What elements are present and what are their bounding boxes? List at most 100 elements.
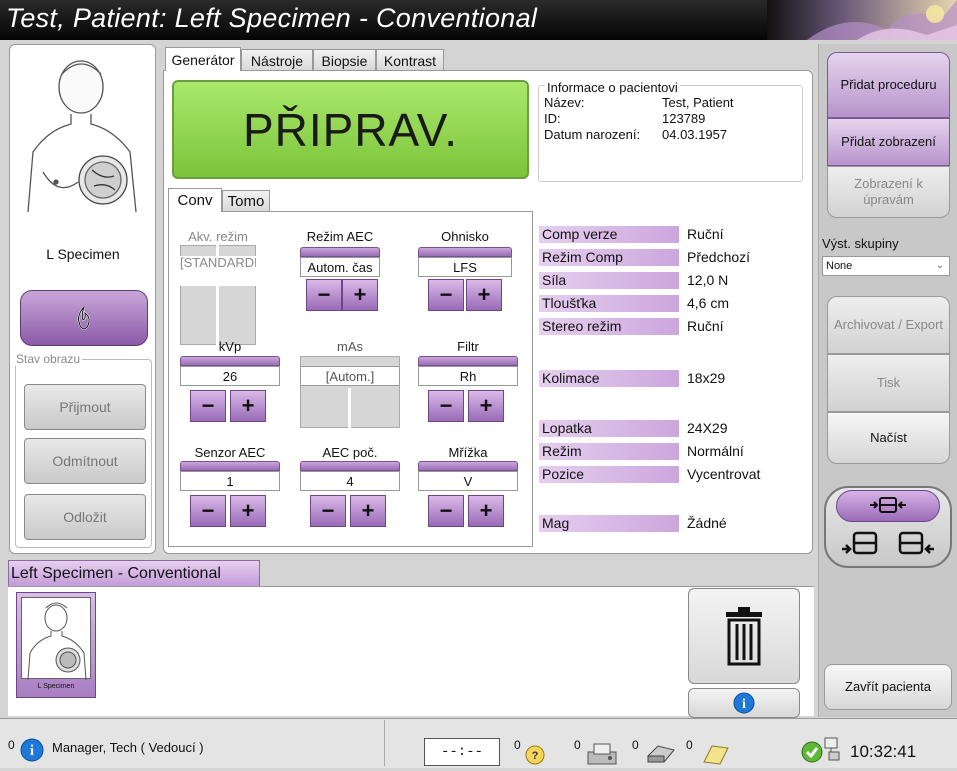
xray-exposure-button[interactable] <box>20 290 148 346</box>
info-key: Kolimace <box>539 370 679 387</box>
filter-plus-button[interactable]: + <box>468 390 504 422</box>
aec-count-plus-button[interactable]: + <box>350 495 386 527</box>
info-row-comp-version: Comp verze Ruční <box>539 226 724 243</box>
queue-count-4: 0 <box>686 738 693 752</box>
output-groups-select[interactable]: None ⌄ <box>822 256 950 276</box>
system-ok-indicator <box>800 740 824 769</box>
grid-plus-button[interactable]: + <box>468 495 504 527</box>
info-value: 24X29 <box>687 420 728 436</box>
paddle-center-icon <box>870 497 906 513</box>
thumbnail-image <box>21 597 91 681</box>
info-value: Ruční <box>687 226 724 242</box>
paddle-center-button[interactable] <box>836 490 940 522</box>
note-icon <box>703 745 729 765</box>
focus-plus-button[interactable]: + <box>466 279 502 311</box>
procedure-label[interactable]: Left Specimen - Conventional <box>8 560 260 586</box>
reject-button[interactable]: Odmítnout <box>24 438 146 484</box>
window-title: Test, Patient: Left Specimen - Conventio… <box>6 3 538 33</box>
network-indicator <box>822 736 842 769</box>
system-info-button[interactable]: i <box>20 738 44 767</box>
check-circle-icon <box>801 741 823 763</box>
output-queue-button[interactable] <box>586 742 620 771</box>
output-groups-label: Výst. skupiny <box>822 236 899 251</box>
aec-mode-minus-button[interactable]: − <box>306 279 342 311</box>
paddle-right-button[interactable] <box>890 526 938 562</box>
info-button[interactable]: i <box>688 688 800 718</box>
patient-info-legend: Informace o pacientovi <box>545 80 680 95</box>
accept-button[interactable]: Přijmout <box>24 384 146 430</box>
kvp-plus-button[interactable]: + <box>230 390 266 422</box>
info-key: Síla <box>539 272 679 289</box>
info-row-position: Pozice Vycentrovat <box>539 466 760 483</box>
tab-biopsy[interactable]: Biopsie <box>313 49 376 71</box>
kvp-header <box>180 356 280 366</box>
grid-label: Mřížka <box>448 445 488 460</box>
info-row-force: Síla 12,0 N <box>539 272 728 289</box>
patient-name-label: Název: <box>544 95 585 110</box>
output-groups-value: None <box>826 260 853 272</box>
info-value: 4,6 cm <box>687 295 730 311</box>
pend-button[interactable]: Odložit <box>24 494 146 540</box>
grid-header <box>418 461 518 471</box>
info-icon: i <box>733 692 755 714</box>
queue-count-2: 0 <box>574 738 581 752</box>
aec-count-minus-button[interactable]: − <box>310 495 346 527</box>
trash-icon <box>726 607 762 666</box>
thumbnail-l-specimen[interactable]: L Specimen <box>16 592 96 698</box>
flower-decoration <box>767 0 957 40</box>
current-user[interactable]: Manager, Tech ( Vedoucí ) <box>52 740 204 755</box>
archive-export-button[interactable]: Archivovat / Export <box>827 296 950 354</box>
paddle-left-button[interactable] <box>838 526 886 562</box>
tab-tools[interactable]: Nástroje <box>241 49 313 71</box>
info-row-collimation: Kolimace 18x29 <box>539 370 725 387</box>
title-bar: Test, Patient: Left Specimen - Conventio… <box>0 0 957 40</box>
aec-sensor-value: 1 <box>180 471 280 491</box>
aec-sensor-label: Senzor AEC <box>194 445 266 460</box>
aec-sensor-minus-button[interactable]: − <box>190 495 226 527</box>
focus-minus-button[interactable]: − <box>428 279 464 311</box>
subtab-conv[interactable]: Conv <box>168 188 222 212</box>
tab-generator[interactable]: Generátor <box>165 47 241 71</box>
aec-count-label: AEC poč. <box>322 445 378 460</box>
help-button[interactable]: ? <box>524 744 546 771</box>
focus-label: Ohnisko <box>441 229 489 244</box>
info-value: Vycentrovat <box>687 466 761 482</box>
queue-count-1: 0 <box>514 738 521 752</box>
aec-sensor-header <box>180 461 280 471</box>
image-state-legend: Stav obrazu <box>16 352 81 366</box>
info-key: Režim Comp <box>539 249 679 266</box>
edit-view-button[interactable]: Zobrazení k úpravám <box>827 166 950 218</box>
svg-text:?: ? <box>532 750 539 762</box>
retrieve-button[interactable]: Načíst <box>827 412 950 464</box>
aec-mode-label: Režim AEC <box>306 229 374 244</box>
notes-button[interactable] <box>698 742 730 771</box>
add-view-button[interactable]: Přidat zobrazení <box>827 118 950 166</box>
info-icon: i <box>20 738 44 762</box>
focus-header <box>418 247 512 257</box>
tab-contrast[interactable]: Kontrast <box>376 49 444 71</box>
close-patient-button[interactable]: Zavřít pacienta <box>824 664 952 710</box>
acq-mode-label: Akv. režim <box>188 229 248 244</box>
print-button[interactable]: Tisk <box>827 354 950 412</box>
info-key: Stereo režim <box>539 318 679 335</box>
ready-status-display: PŘIPRAV. <box>172 80 529 179</box>
aec-sensor-plus-button[interactable]: + <box>230 495 266 527</box>
add-procedure-button[interactable]: Přidat proceduru <box>827 52 950 118</box>
delete-button[interactable] <box>688 588 800 684</box>
patient-info-labels: Název: ID: Datum narození: <box>544 95 640 143</box>
svg-text:i: i <box>742 697 746 712</box>
info-key: Režim <box>539 443 679 460</box>
media-output-icon <box>587 743 617 765</box>
status-divider <box>384 720 385 766</box>
kvp-label: kVp <box>218 339 242 354</box>
grid-minus-button[interactable]: − <box>428 495 464 527</box>
kvp-minus-button[interactable]: − <box>190 390 226 422</box>
info-value: Ruční <box>687 318 724 334</box>
print-queue-button[interactable] <box>644 742 676 771</box>
info-value: 12,0 N <box>687 272 729 288</box>
subtab-tomo[interactable]: Tomo <box>222 190 270 212</box>
acq-mode-value: [STANDARDNÍ] <box>180 256 256 286</box>
aec-mode-plus-button[interactable]: + <box>342 279 378 311</box>
filter-minus-button[interactable]: − <box>428 390 464 422</box>
info-value: Žádné <box>687 515 727 531</box>
